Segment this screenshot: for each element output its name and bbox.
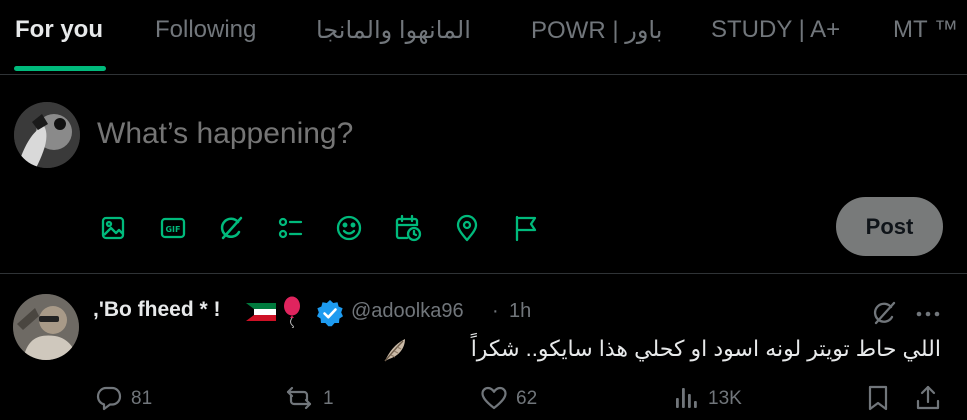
grok-icon[interactable]	[869, 298, 899, 328]
timeline-tabs: For you Following المانهوا والمانجا POWR…	[0, 0, 967, 75]
location-icon[interactable]	[452, 213, 482, 243]
bookmark-icon	[868, 385, 888, 411]
grok-icon[interactable]	[216, 213, 246, 243]
compose-input[interactable]	[97, 117, 697, 151]
tab-manhwa-manga[interactable]: المانهوا والمانجا	[316, 16, 471, 45]
composer: GIF	[0, 75, 967, 274]
views-icon	[676, 388, 697, 408]
balloon-icon	[284, 296, 300, 328]
repost-count: 1	[323, 388, 334, 409]
like-button[interactable]: 62	[480, 384, 537, 414]
svg-text:GIF: GIF	[165, 225, 180, 234]
views-button[interactable]: 13K	[672, 384, 742, 414]
flag-icon[interactable]	[511, 213, 541, 243]
more-options-icon[interactable]	[914, 300, 942, 328]
active-tab-indicator	[14, 66, 106, 71]
tweet-author-handle[interactable]: @adoolka96	[351, 300, 464, 323]
repost-icon	[286, 386, 312, 410]
verified-badge-icon[interactable]	[316, 299, 344, 327]
emoji-icon[interactable]	[334, 213, 364, 243]
user-avatar[interactable]	[14, 102, 80, 168]
tab-mt[interactable]: MT ™	[893, 16, 958, 44]
bookmark-button[interactable]	[864, 384, 892, 414]
tab-powr[interactable]: POWR | باور	[531, 16, 662, 45]
like-count: 62	[516, 388, 538, 409]
feather-emoji-icon	[384, 339, 405, 362]
share-button[interactable]	[914, 384, 942, 414]
tab-for-you[interactable]: For you	[15, 16, 103, 44]
tweet[interactable]: ,'Bo fheed * ! @adoolka96 · 1h اللي حاط …	[0, 274, 967, 420]
schedule-icon[interactable]	[393, 213, 423, 243]
post-button[interactable]: Post	[836, 197, 943, 256]
view-count: 13K	[708, 388, 742, 409]
reply-icon	[96, 386, 122, 411]
tab-following[interactable]: Following	[155, 16, 256, 44]
kuwait-flag-icon	[246, 303, 276, 321]
tab-study[interactable]: STUDY | A+	[711, 16, 840, 44]
reply-button[interactable]: 81	[95, 384, 152, 414]
poll-icon[interactable]	[275, 213, 305, 243]
tweet-author-name[interactable]: ,'Bo fheed * !	[93, 298, 221, 322]
reply-count: 81	[131, 388, 153, 409]
gif-icon[interactable]: GIF	[158, 213, 188, 243]
tweet-timestamp[interactable]: 1h	[509, 300, 531, 323]
image-icon[interactable]	[98, 213, 128, 243]
tweet-author-avatar[interactable]	[13, 294, 79, 360]
tweet-text: اللي حاط تويتر لونه اسود او كحلي هذا ساي…	[470, 336, 941, 361]
share-icon	[916, 385, 940, 410]
separator-dot: ·	[492, 300, 499, 322]
heart-icon	[481, 386, 507, 410]
repost-button[interactable]: 1	[285, 384, 334, 414]
